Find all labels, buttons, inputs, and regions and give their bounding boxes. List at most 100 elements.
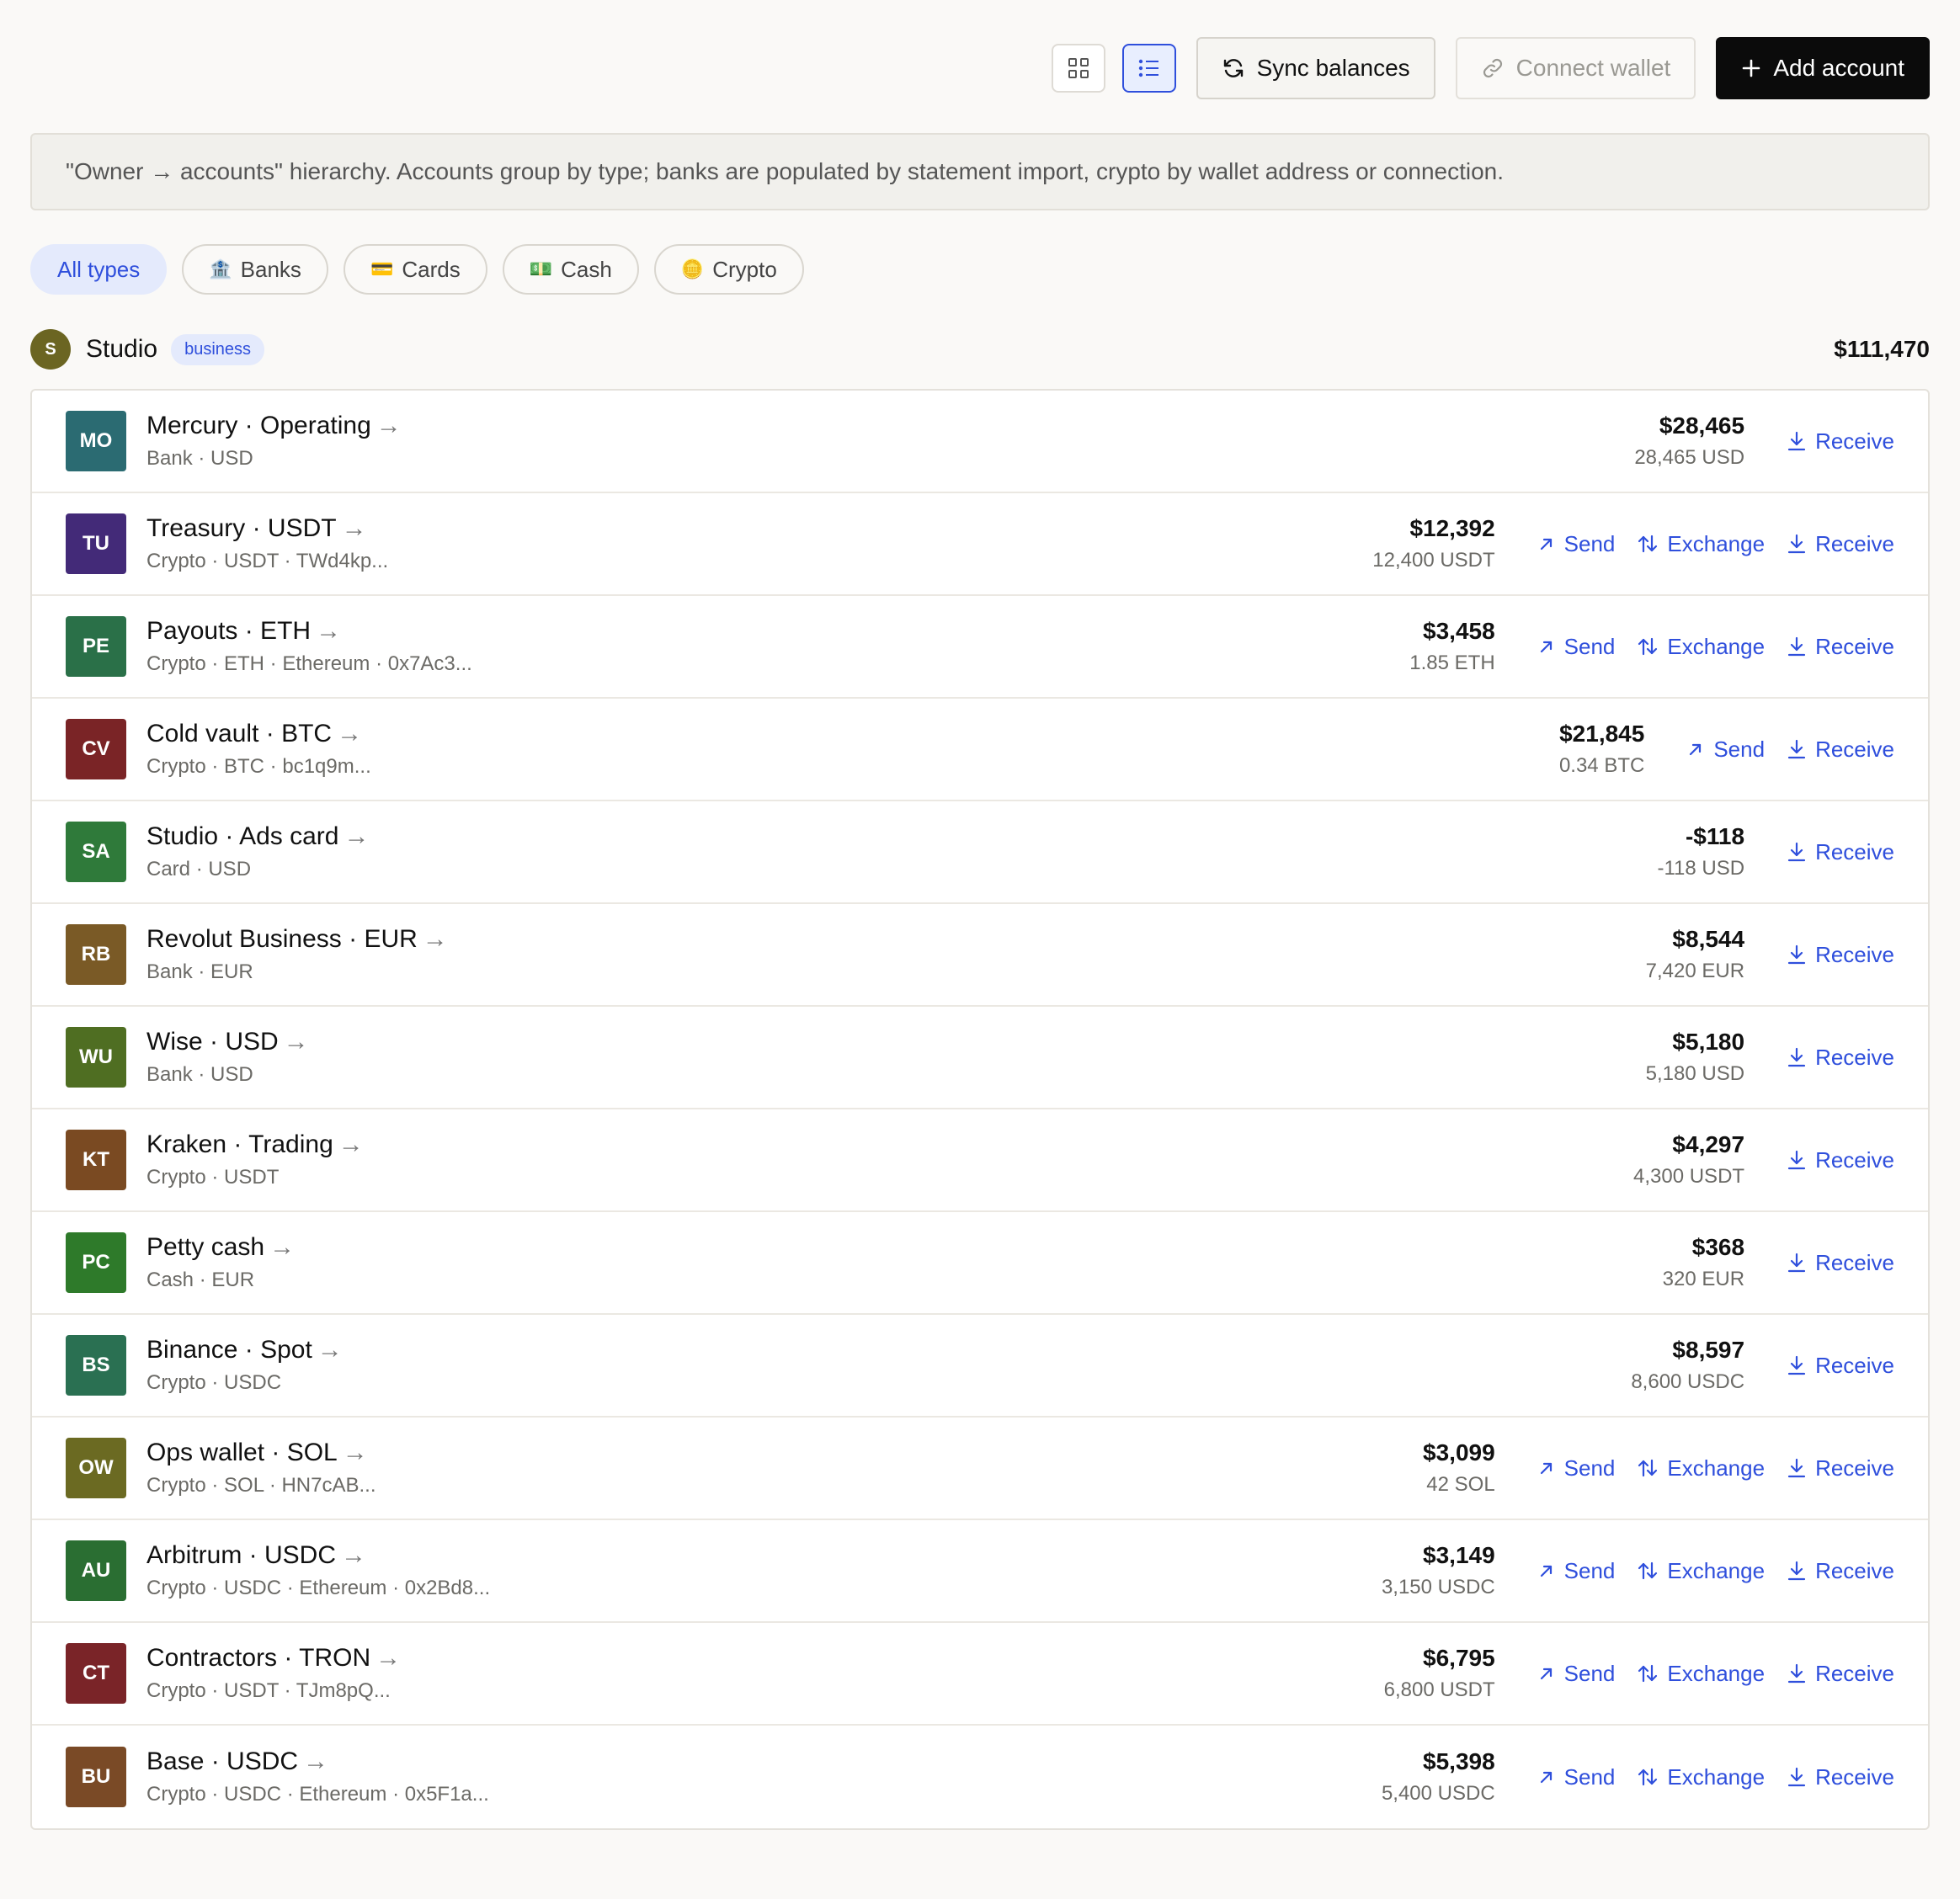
account-name: Treasury · USDT: [146, 514, 337, 542]
receive-button[interactable]: Receive: [1787, 1250, 1894, 1276]
account-details: Crypto · USDT · TJm8pQ...: [146, 1679, 391, 1702]
receive-button[interactable]: Receive: [1787, 737, 1894, 763]
account-details: Bank · USD: [146, 447, 253, 470]
filter-chip-label: Crypto: [712, 256, 777, 282]
send-button[interactable]: Send: [1537, 1661, 1615, 1687]
account-info: Contractors · TRON → Crypto · USDT · TJm8p…: [146, 1644, 401, 1703]
exchange-button[interactable]: Exchange: [1637, 1558, 1765, 1584]
exchange-arrows-icon: [1638, 637, 1658, 656]
exchange-button[interactable]: Exchange: [1637, 634, 1765, 660]
exchange-button[interactable]: Exchange: [1637, 1764, 1765, 1790]
balance-native: 4,300 USDT: [1633, 1165, 1745, 1188]
account-row[interactable]: RB Revolut Business · EUR → Bank · EUR $8,54…: [32, 904, 1928, 1007]
send-arrow-icon: [1540, 538, 1552, 551]
account-details: Crypto · USDC · Ethereum · 0x2Bd8...: [146, 1577, 491, 1599]
sync-balances-button[interactable]: Sync balances: [1196, 37, 1435, 99]
arrow-right-icon: →: [269, 1233, 296, 1261]
arrow-right-icon: →: [338, 1130, 364, 1158]
filter-chip-cash[interactable]: 💵 Cash: [502, 244, 639, 295]
account-row[interactable]: MO Mercury · Operating → Bank · USD $28,465 2…: [32, 391, 1928, 493]
exchange-arrows-icon: [1638, 535, 1658, 553]
connect-wallet-button[interactable]: Connect wallet: [1455, 37, 1696, 99]
account-balance: -$118 -118 USD: [1657, 823, 1744, 880]
account-row[interactable]: AU Arbitrum · USDC → Crypto · USDC · Ethere…: [32, 1520, 1928, 1623]
account-name-link[interactable]: Petty cash →: [146, 1233, 295, 1262]
account-row[interactable]: PC Petty cash → Cash · EUR $368 320 EUR Receiv…: [32, 1212, 1928, 1315]
receive-button[interactable]: Receive: [1787, 1353, 1894, 1379]
account-actions: Receive: [1787, 1045, 1894, 1071]
list-view-button[interactable]: [1121, 44, 1176, 93]
account-name-link[interactable]: Payouts · ETH →: [146, 617, 472, 646]
receive-button[interactable]: Receive: [1787, 531, 1894, 557]
account-row[interactable]: SA Studio · Ads card → Card · USD -$118 -118 …: [32, 801, 1928, 904]
balance-usd: $12,392: [1409, 515, 1495, 541]
account-balance: $8,597 8,600 USDC: [1631, 1337, 1744, 1394]
receive-button[interactable]: Receive: [1787, 1661, 1894, 1687]
receive-button[interactable]: Receive: [1787, 634, 1894, 660]
filter-chip-all-types[interactable]: All types: [30, 244, 168, 295]
receive-button[interactable]: Receive: [1787, 1455, 1894, 1481]
account-name: Ops wallet · SOL: [146, 1439, 338, 1466]
account-name-link[interactable]: Studio · Ads card →: [146, 822, 369, 851]
account-actions: Receive: [1787, 942, 1894, 968]
send-button[interactable]: Send: [1537, 531, 1615, 557]
balance-usd: $6,795: [1423, 1645, 1495, 1671]
receive-button[interactable]: Receive: [1787, 1764, 1894, 1790]
send-button[interactable]: Send: [1686, 737, 1765, 763]
account-name-link[interactable]: Arbitrum · USDC →: [146, 1541, 490, 1570]
account-row[interactable]: OW Ops wallet · SOL → Crypto · SOL · HN7cAB…: [32, 1418, 1928, 1520]
account-name-link[interactable]: Base · USDC →: [146, 1747, 489, 1776]
account-name-link[interactable]: Binance · Spot →: [146, 1336, 343, 1364]
account-info: Treasury · USDT → Crypto · USDT · TWd4kp..…: [146, 514, 388, 573]
receive-button[interactable]: Receive: [1787, 942, 1894, 968]
account-row[interactable]: BU Base · USDC → Crypto · USDC · Ethereum ·…: [32, 1726, 1928, 1828]
account-name-link[interactable]: Ops wallet · SOL →: [146, 1439, 376, 1467]
info-banner-text: "Owner → accounts" hierarchy. Accounts g…: [66, 158, 1505, 184]
exchange-button[interactable]: Exchange: [1637, 1455, 1765, 1481]
exchange-arrows-icon: [1638, 1768, 1658, 1786]
account-name-link[interactable]: Cold vault · BTC →: [146, 720, 371, 748]
download-icon: [1787, 1561, 1806, 1581]
account-name-link[interactable]: Revolut Business · EUR →: [146, 925, 448, 954]
exchange-arrows-icon: [1638, 1459, 1658, 1477]
account-row[interactable]: CT Contractors · TRON → Crypto · USDT · TJm…: [32, 1623, 1928, 1726]
account-name-link[interactable]: Treasury · USDT →: [146, 514, 388, 543]
send-button[interactable]: Send: [1537, 1455, 1615, 1481]
account-details: Bank · EUR: [146, 960, 253, 983]
receive-button[interactable]: Receive: [1787, 839, 1894, 865]
account-avatar: TU: [66, 513, 126, 574]
account-row[interactable]: WU Wise · USD → Bank · USD $5,180 5,180 USD Re…: [32, 1007, 1928, 1109]
filter-chip-cards[interactable]: 💳 Cards: [343, 244, 487, 295]
account-name-link[interactable]: Contractors · TRON →: [146, 1644, 401, 1673]
receive-label: Receive: [1815, 1146, 1894, 1173]
filter-chip-banks[interactable]: 🏦 Banks: [182, 244, 328, 295]
send-button[interactable]: Send: [1537, 634, 1615, 660]
account-name-link[interactable]: Wise · USD →: [146, 1028, 309, 1056]
account-name-link[interactable]: Kraken · Trading →: [146, 1130, 364, 1159]
send-button[interactable]: Send: [1537, 1764, 1615, 1790]
account-actions: Receive: [1787, 1147, 1894, 1173]
account-row[interactable]: BS Binance · Spot → Crypto · USDC $8,597 8,60…: [32, 1315, 1928, 1418]
account-right: $21,845 0.34 BTC Send Receive: [1559, 721, 1894, 778]
account-row[interactable]: TU Treasury · USDT → Crypto · USDT · TWd4kp…: [32, 493, 1928, 596]
receive-button[interactable]: Receive: [1787, 1147, 1894, 1173]
receive-label: Receive: [1815, 1763, 1894, 1790]
receive-button[interactable]: Receive: [1787, 1045, 1894, 1071]
account-avatar: CT: [66, 1643, 126, 1704]
account-name-link[interactable]: Mercury · Operating →: [146, 412, 402, 440]
add-account-button[interactable]: Add account: [1716, 37, 1930, 99]
filter-chip-icon: 🪙: [680, 258, 705, 279]
receive-button[interactable]: Receive: [1787, 1558, 1894, 1584]
arrow-right-icon: →: [342, 1439, 368, 1466]
account-row[interactable]: CV Cold vault · BTC → Crypto · BTC · bc1q9m…: [32, 699, 1928, 801]
filter-chip-crypto[interactable]: 🪙 Crypto: [653, 244, 804, 295]
receive-button[interactable]: Receive: [1787, 428, 1894, 455]
grid-view-button[interactable]: [1051, 44, 1105, 93]
owner-type-badge: business: [171, 333, 265, 365]
send-button[interactable]: Send: [1537, 1558, 1615, 1584]
account-name: Contractors · TRON: [146, 1644, 371, 1672]
exchange-button[interactable]: Exchange: [1637, 531, 1765, 557]
account-row[interactable]: KT Kraken · Trading → Crypto · USDT $4,297 4,…: [32, 1109, 1928, 1212]
account-row[interactable]: PE Payouts · ETH → Crypto · ETH · Ethereum …: [32, 596, 1928, 699]
exchange-button[interactable]: Exchange: [1637, 1661, 1765, 1687]
